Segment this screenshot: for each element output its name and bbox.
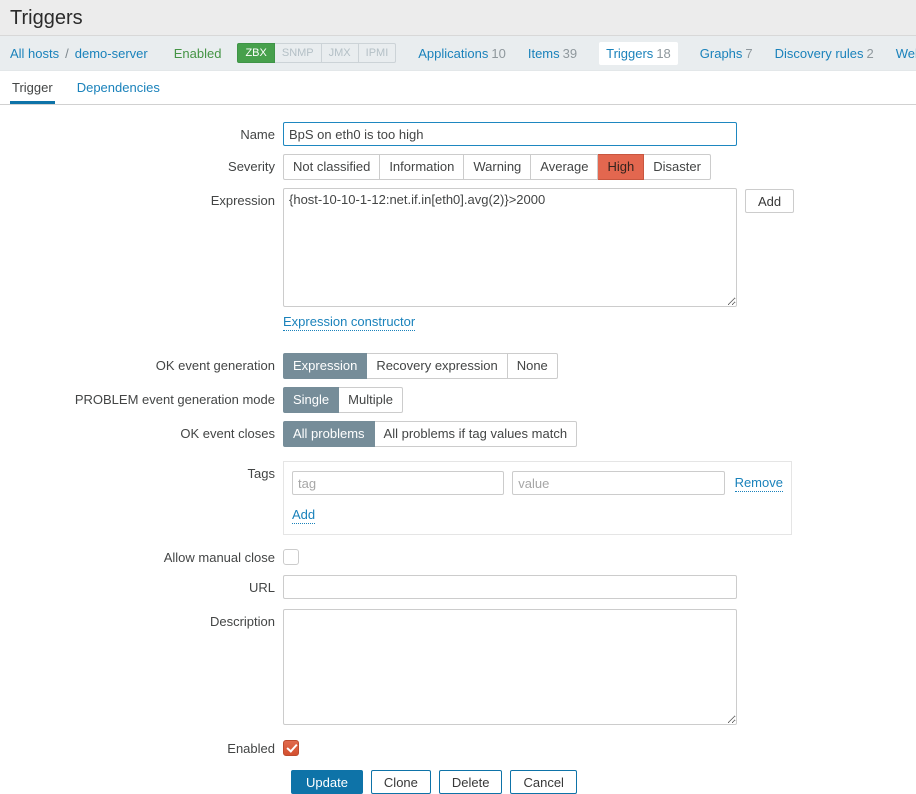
url-input[interactable] xyxy=(283,575,737,599)
breadcrumb-separator: / xyxy=(65,46,69,61)
severity-not-classified-button[interactable]: Not classified xyxy=(283,154,380,180)
problem-mode-single-button[interactable]: Single xyxy=(283,387,339,413)
allow-manual-close-row: Allow manual close xyxy=(0,545,916,565)
tags-row: Tags Remove Add xyxy=(0,461,916,535)
nav-discovery-rules[interactable]: Discovery rules2 xyxy=(775,46,874,61)
description-textarea[interactable] xyxy=(283,609,737,725)
severity-control: Not classified Information Warning Avera… xyxy=(283,154,711,180)
ok-event-generation-label: OK event generation xyxy=(0,353,283,373)
severity-row: Severity Not classified Information Warn… xyxy=(0,154,916,180)
trigger-form: Name Severity Not classified Information… xyxy=(0,105,916,794)
tag-remove-link[interactable]: Remove xyxy=(735,475,783,492)
tag-add-link[interactable]: Add xyxy=(292,507,315,524)
severity-high-button[interactable]: High xyxy=(598,154,644,180)
tag-name-input[interactable] xyxy=(292,471,504,495)
allow-manual-close-label: Allow manual close xyxy=(0,545,283,565)
ok-event-closes-row: OK event closes All problems All problem… xyxy=(0,421,916,447)
allow-manual-close-checkbox[interactable] xyxy=(283,549,299,565)
interface-ipmi-badge: IPMI xyxy=(359,43,397,63)
breadcrumb-all-hosts[interactable]: All hosts xyxy=(10,46,59,61)
expression-add-button[interactable]: Add xyxy=(745,189,794,213)
enabled-label: Enabled xyxy=(0,736,283,756)
nav-graphs[interactable]: Graphs7 xyxy=(700,46,753,61)
nav-triggers[interactable]: Triggers18 xyxy=(599,42,678,65)
tab-trigger[interactable]: Trigger xyxy=(10,71,55,104)
severity-disaster-button[interactable]: Disaster xyxy=(644,154,711,180)
severity-warning-button[interactable]: Warning xyxy=(464,154,531,180)
applications-count: 10 xyxy=(491,46,505,61)
update-button[interactable]: Update xyxy=(291,770,363,794)
tag-value-input[interactable] xyxy=(512,471,724,495)
expression-row: Expression Add Expression constructor xyxy=(0,188,916,345)
severity-label: Severity xyxy=(0,154,283,174)
enabled-checkbox[interactable] xyxy=(283,740,299,756)
expression-label: Expression xyxy=(0,188,283,208)
breadcrumb: All hosts / demo-server Enabled ZBX SNMP… xyxy=(0,35,916,71)
items-count: 39 xyxy=(563,46,577,61)
problem-mode-multiple-button[interactable]: Multiple xyxy=(339,387,403,413)
tags-label: Tags xyxy=(0,461,283,481)
discovery-rules-count: 2 xyxy=(867,46,874,61)
description-row: Description xyxy=(0,609,916,728)
ok-event-generation-control: Expression Recovery expression None xyxy=(283,353,558,379)
page-title: Triggers xyxy=(10,6,906,30)
interface-snmp-badge: SNMP xyxy=(275,43,322,63)
ok-event-generation-expression-button[interactable]: Expression xyxy=(283,353,367,379)
name-label: Name xyxy=(0,122,283,142)
ok-event-generation-none-button[interactable]: None xyxy=(508,353,558,379)
delete-button[interactable]: Delete xyxy=(439,770,503,794)
tab-dependencies[interactable]: Dependencies xyxy=(75,71,162,104)
severity-average-button[interactable]: Average xyxy=(531,154,598,180)
expression-constructor-link[interactable]: Expression constructor xyxy=(283,314,415,331)
severity-information-button[interactable]: Information xyxy=(380,154,464,180)
interface-jmx-badge: JMX xyxy=(322,43,359,63)
nav-applications[interactable]: Applications10 xyxy=(418,46,506,61)
interface-availability-group: ZBX SNMP JMX IPMI xyxy=(237,43,396,63)
nav-web-scenarios[interactable]: Web scenarios xyxy=(896,46,916,61)
problem-event-generation-mode-label: PROBLEM event generation mode xyxy=(0,387,283,407)
host-status-badge: Enabled xyxy=(174,46,222,61)
tabbar: Trigger Dependencies xyxy=(0,71,916,105)
enabled-row: Enabled xyxy=(0,736,916,756)
ok-event-closes-tag-match-button[interactable]: All problems if tag values match xyxy=(375,421,578,447)
expression-textarea[interactable] xyxy=(283,188,737,307)
cancel-button[interactable]: Cancel xyxy=(510,770,576,794)
ok-event-generation-recovery-expression-button[interactable]: Recovery expression xyxy=(367,353,507,379)
graphs-count: 7 xyxy=(745,46,752,61)
problem-event-generation-mode-control: Single Multiple xyxy=(283,387,403,413)
form-actions: Update Clone Delete Cancel xyxy=(291,770,916,794)
url-label: URL xyxy=(0,575,283,595)
ok-event-closes-control: All problems All problems if tag values … xyxy=(283,421,577,447)
clone-button[interactable]: Clone xyxy=(371,770,431,794)
problem-event-generation-mode-row: PROBLEM event generation mode Single Mul… xyxy=(0,387,916,413)
ok-event-generation-row: OK event generation Expression Recovery … xyxy=(0,353,916,379)
name-input[interactable] xyxy=(283,122,737,146)
tags-fieldset: Remove Add xyxy=(283,461,792,535)
breadcrumb-host[interactable]: demo-server xyxy=(75,46,148,61)
name-row: Name xyxy=(0,122,916,146)
page-header: Triggers xyxy=(0,0,916,35)
description-label: Description xyxy=(0,609,283,629)
triggers-count: 18 xyxy=(656,46,670,61)
nav-items[interactable]: Items39 xyxy=(528,46,577,61)
url-row: URL xyxy=(0,575,916,599)
ok-event-closes-label: OK event closes xyxy=(0,421,283,441)
interface-zbx-badge: ZBX xyxy=(237,43,274,63)
ok-event-closes-all-problems-button[interactable]: All problems xyxy=(283,421,375,447)
